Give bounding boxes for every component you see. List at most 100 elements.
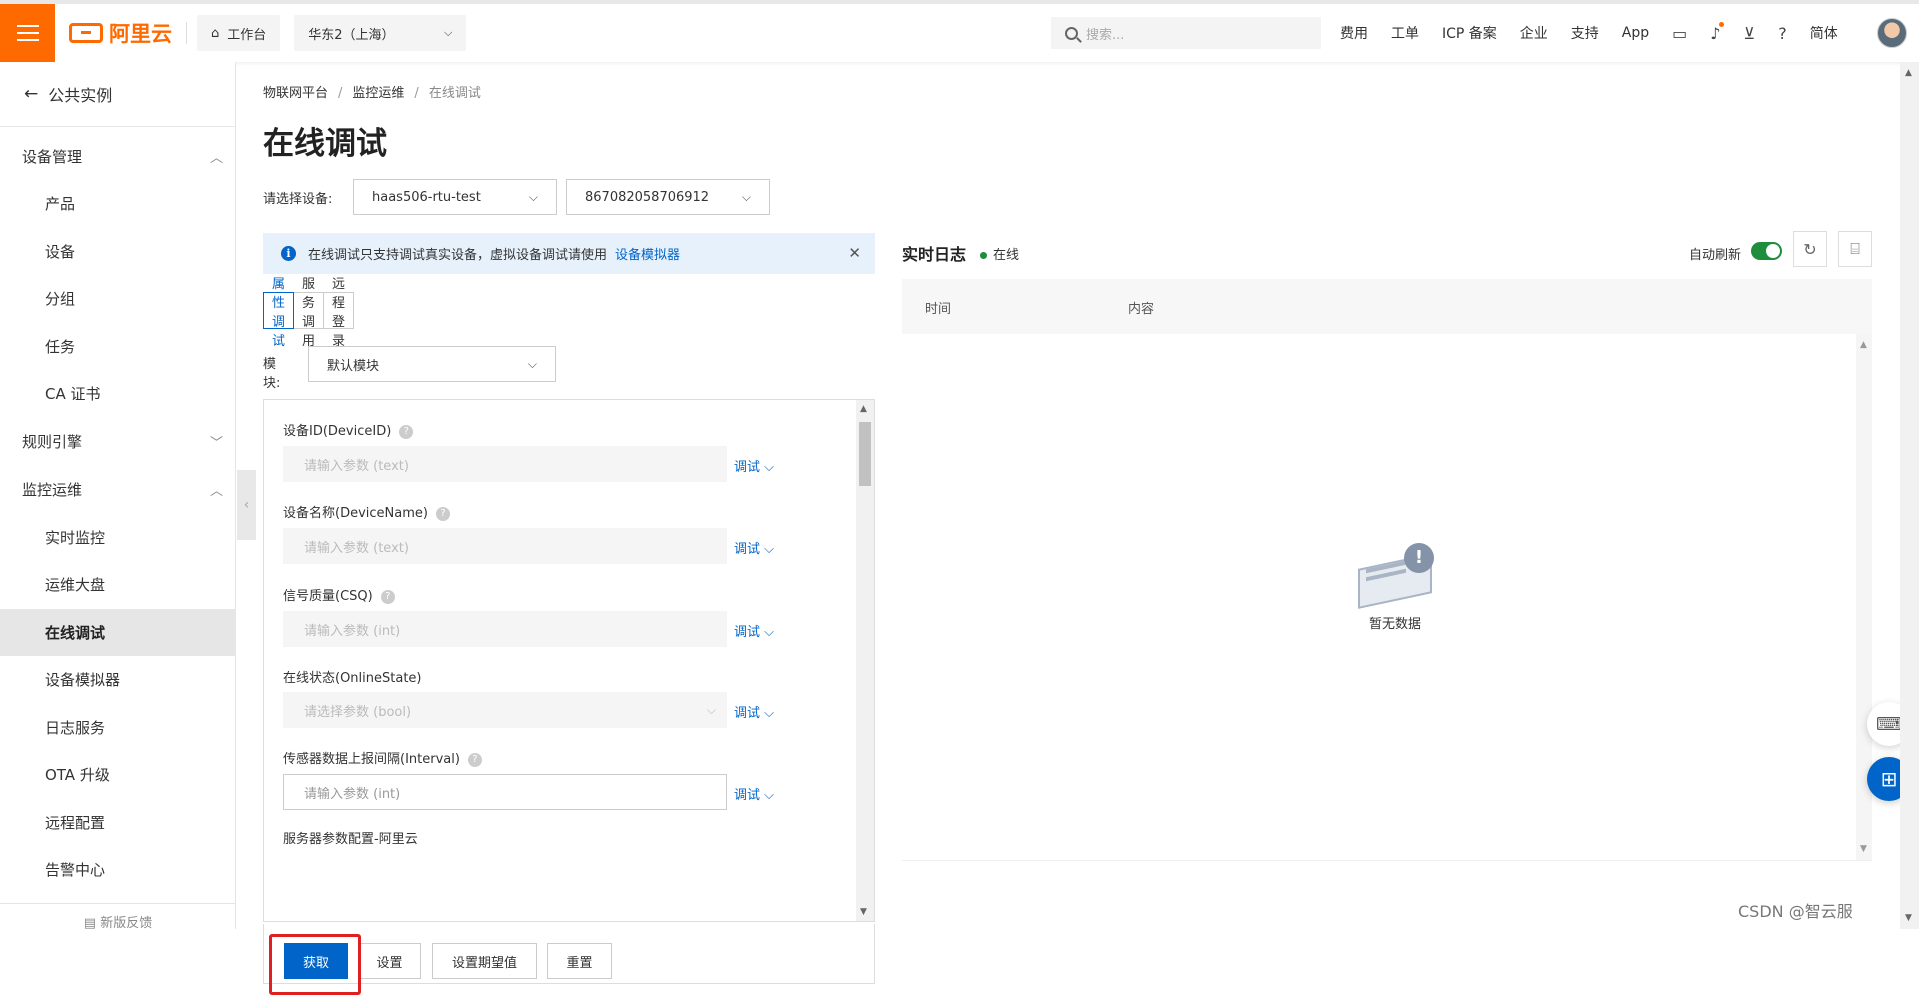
group-label: 规则引擎 (22, 433, 83, 451)
debug-button-onlinestate[interactable]: 调试 ⌵ (734, 702, 774, 721)
breadcrumb-iot[interactable]: 物联网平台 (263, 86, 328, 101)
cart-icon[interactable]: ⊻ (1744, 24, 1756, 43)
property-select-onlinestate[interactable]: 请选择参数 (bool) ⌵ (283, 692, 727, 728)
scroll-down-icon[interactable]: ▼ (1905, 913, 1912, 923)
property-input-deviceid[interactable]: 请输入参数 (text) (283, 446, 727, 482)
action-bar: 获取 设置 设置期望值 重置 (263, 924, 875, 995)
page-title: 在线调试 (263, 126, 387, 162)
chevron-down-icon: ⌵ (741, 189, 751, 204)
scroll-up-icon[interactable]: ▲ (1905, 68, 1912, 78)
empty-text: 暂无数据 (1368, 617, 1421, 632)
set-expected-button[interactable]: 设置期望值 (432, 943, 537, 979)
workbench-label: 工作台 (227, 27, 267, 43)
link-fees[interactable]: 费用 (1340, 23, 1368, 43)
sidebar-group-rules[interactable]: 规则引擎 ﹀ (0, 418, 235, 466)
scroll-up-icon[interactable]: ▲ (1860, 340, 1867, 350)
tab-property-debug[interactable]: 属性调试 (263, 277, 295, 349)
column-content: 内容 (1128, 302, 1155, 317)
column-time: 时间 (925, 302, 952, 317)
sidebar-item-task[interactable]: 任务 (0, 323, 235, 371)
property-label-onlinestate: 在线状态(OnlineState) (283, 671, 422, 686)
scroll-down-icon[interactable]: ▼ (1860, 844, 1867, 854)
debug-button-interval[interactable]: 调试 ⌵ (734, 784, 774, 803)
link-tickets[interactable]: 工单 (1391, 23, 1419, 43)
back-to-instance[interactable]: ← 公共实例 (0, 62, 235, 127)
search-placeholder: 搜索... (1086, 27, 1125, 43)
property-label-interval: 传感器数据上报间隔(Interval)? (283, 748, 482, 767)
hamburger-menu-button[interactable] (0, 4, 55, 62)
product-select[interactable]: haas506-rtu-test ⌵ (353, 179, 557, 215)
scroll-down-icon[interactable]: ▼ (860, 907, 867, 917)
device-select[interactable]: 867082058706912 ⌵ (566, 179, 770, 215)
bell-icon[interactable]: ♪ (1710, 21, 1724, 43)
sidebar-item-online-debug[interactable]: 在线调试 (0, 608, 235, 656)
tab-service-call[interactable]: 服务调用 (293, 277, 325, 349)
link-icp[interactable]: ICP 备案 (1442, 23, 1497, 43)
product-value: haas506-rtu-test (372, 189, 481, 205)
reset-button[interactable]: 重置 (547, 943, 612, 979)
debug-tabs: 属性调试 服务调用 远程登录 (263, 277, 355, 349)
property-label-deviceid: 设备ID(DeviceID)? (283, 420, 414, 439)
property-input-interval[interactable]: 请输入参数 (int) (283, 774, 727, 810)
link-enterprise[interactable]: 企业 (1520, 23, 1548, 43)
property-panel: 设备ID(DeviceID)? 请输入参数 (text) 调试 ⌵ 设备名称(D… (263, 399, 875, 922)
breadcrumb: 物联网平台 / 监控运维 / 在线调试 (263, 86, 481, 101)
property-input-devicename[interactable]: 请输入参数 (text) (283, 528, 727, 564)
tab-remote-login[interactable]: 远程登录 (323, 277, 355, 349)
help-icon[interactable]: ? (435, 506, 450, 521)
sidebar-item-ops-dashboard[interactable]: 运维大盘 (0, 561, 235, 609)
feedback-link[interactable]: ▤ 新版反馈 (0, 903, 236, 931)
close-icon[interactable]: ✕ (848, 244, 861, 262)
sidebar-item-remote-config[interactable]: 远程配置 (0, 799, 235, 847)
sidebar-collapse-handle[interactable]: ‹ (237, 470, 256, 540)
help-icon[interactable]: ? (399, 424, 414, 439)
workbench-button[interactable]: ⌂ 工作台 (197, 15, 281, 51)
scrollbar-thumb[interactable] (859, 422, 871, 486)
log-table-body: ! 暂无数据 ▲ ▼ (902, 334, 1872, 861)
debug-button-csq[interactable]: 调试 ⌵ (734, 621, 774, 640)
breadcrumb-monitor[interactable]: 监控运维 (352, 86, 404, 101)
chevron-up-icon: ︿ (209, 484, 223, 499)
region-selector[interactable]: 华东2（上海） ⌵ (294, 15, 467, 51)
chevron-down-icon: ﹀ (209, 436, 223, 451)
sidebar-item-device[interactable]: 设备 (0, 228, 235, 276)
page-scrollbar[interactable]: ▲ ▼ (1900, 62, 1919, 929)
refresh-icon[interactable]: ↻ (1793, 231, 1827, 267)
help-icon[interactable]: ? (1778, 24, 1787, 43)
sidebar-item-product[interactable]: 产品 (0, 180, 235, 228)
device-simulator-link[interactable]: 设备模拟器 (615, 244, 680, 263)
sidebar-item-ota[interactable]: OTA 升级 (0, 751, 235, 799)
set-button[interactable]: 设置 (358, 943, 421, 979)
user-avatar[interactable] (1877, 18, 1907, 48)
module-select[interactable]: 默认模块 ⌵ (308, 346, 556, 382)
aliyun-logo[interactable]: 阿里云 (69, 18, 172, 48)
sidebar-item-realtime-monitor[interactable]: 实时监控 (0, 514, 235, 562)
scroll-up-icon[interactable]: ▲ (860, 404, 867, 414)
sidebar-item-group[interactable]: 分组 (0, 275, 235, 323)
sidebar-item-log-service[interactable]: 日志服务 (0, 704, 235, 752)
language-switch[interactable]: 简体 (1810, 23, 1838, 43)
auto-refresh-toggle[interactable] (1751, 242, 1782, 260)
chevron-down-icon: ⌵ (443, 26, 453, 39)
highlight-box (269, 934, 361, 995)
sidebar-group-device[interactable]: 设备管理 ︿ (0, 132, 235, 180)
sidebar-group-monitor[interactable]: 监控运维 ︿ (0, 466, 235, 514)
link-app[interactable]: App (1622, 25, 1649, 41)
property-scrollbar[interactable]: ▲ ▼ (856, 400, 874, 921)
terminal-icon[interactable]: ▭ (1672, 24, 1687, 43)
menu-icon (16, 32, 39, 34)
property-input-csq[interactable]: 请输入参数 (int) (283, 611, 727, 647)
breadcrumb-current: 在线调试 (428, 86, 481, 101)
search-input[interactable]: 搜索... (1051, 17, 1321, 49)
home-icon: ⌂ (211, 25, 220, 41)
sidebar-item-alert-center[interactable]: 告警中心 (0, 846, 235, 894)
help-icon[interactable]: ? (467, 752, 482, 767)
sidebar-item-ca-cert[interactable]: CA 证书 (0, 370, 235, 418)
clear-log-icon[interactable]: ⌸ (1838, 231, 1872, 267)
debug-button-deviceid[interactable]: 调试 ⌵ (734, 456, 774, 475)
sidebar-item-device-simulator[interactable]: 设备模拟器 (0, 656, 235, 704)
link-support[interactable]: 支持 (1571, 23, 1599, 43)
debug-button-devicename[interactable]: 调试 ⌵ (734, 538, 774, 557)
header-links: 费用 工单 ICP 备案 企业 支持 App ▭ ♪ ⊻ ? 简体 (1340, 17, 1861, 49)
help-icon[interactable]: ? (380, 589, 395, 604)
